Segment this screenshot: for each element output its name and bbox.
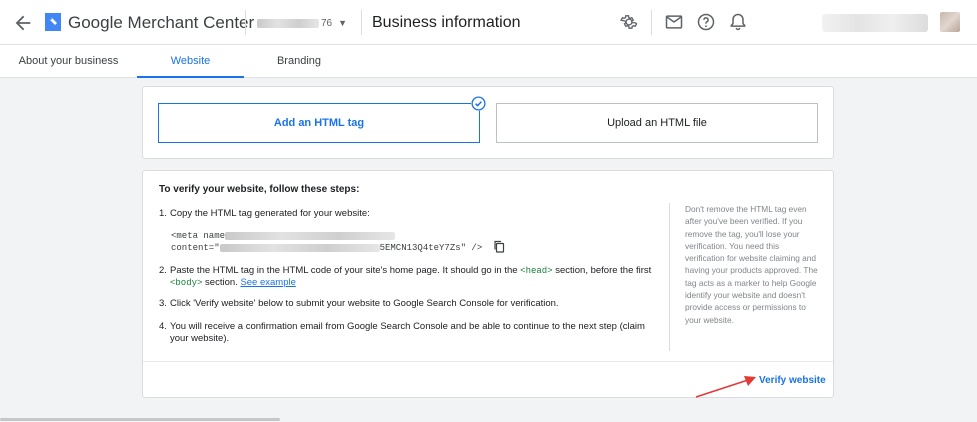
card-footer-divider (143, 361, 833, 362)
step-text: your website). (170, 333, 230, 344)
back-arrow-icon[interactable] (12, 12, 34, 34)
step-number: 4. (159, 321, 167, 332)
account-selector[interactable]: 76 ▼ (257, 15, 347, 31)
account-name-redacted (257, 18, 319, 28)
page-title: Business information (372, 14, 521, 31)
header-divider (361, 10, 362, 35)
mail-icon[interactable] (664, 12, 684, 32)
chevron-down-icon: ▼ (338, 18, 348, 28)
tab-website[interactable]: Website (137, 45, 244, 78)
account-id: 76 (321, 17, 333, 29)
step-text: Paste the HTML tag in the HTML code of y… (170, 265, 521, 276)
user-email-redacted (822, 14, 928, 32)
step-number: 2. (159, 265, 167, 276)
upload-html-file-button[interactable]: Upload an HTML file (496, 103, 818, 143)
redacted-code (225, 231, 396, 240)
step-text: section. (202, 277, 241, 288)
check-circle-icon (471, 96, 486, 111)
redacted-code (219, 243, 380, 252)
copy-icon[interactable] (493, 240, 505, 253)
snippet-text: <meta name (171, 231, 226, 241)
top-app-bar: Google Merchant Center 76 ▼ Business inf… (0, 0, 977, 45)
step-text: section, before the first (552, 265, 652, 276)
verify-website-button[interactable]: Verify website (759, 375, 826, 386)
header-divider (651, 10, 652, 35)
section-tabs: About your business Website Branding (0, 45, 977, 78)
verification-method-card: Add an HTML tag Upload an HTML file (142, 86, 834, 159)
side-note: Don't remove the HTML tag even after you… (669, 203, 821, 351)
head-tag-code: <head> (520, 266, 553, 276)
body-tag-code: <body> (170, 278, 203, 288)
gear-icon[interactable] (619, 12, 639, 32)
step-number: 3. (159, 298, 167, 309)
brand-name: Google Merchant Center (68, 13, 255, 32)
snippet-text: content=" (171, 243, 220, 253)
annotation-arrow-icon (695, 376, 756, 398)
html-tag-snippet-line-2: content=" 5EMCN13Q4teY7Zs" /> (171, 242, 482, 254)
tab-branding[interactable]: Branding (256, 45, 342, 78)
snippet-text: 5EMCN13Q4teY7Zs" /> (379, 243, 483, 253)
steps-title: To verify your website, follow these ste… (159, 184, 360, 195)
header-divider (245, 10, 246, 35)
merchant-center-logo-icon (43, 11, 63, 33)
see-example-link[interactable]: See example (240, 277, 295, 288)
html-tag-snippet-line-1: <meta name (171, 230, 396, 242)
step-text: Copy the HTML tag generated for your web… (170, 208, 370, 219)
help-icon[interactable] (696, 12, 716, 32)
tab-about-your-business[interactable]: About your business (12, 45, 125, 78)
avatar[interactable] (940, 12, 960, 32)
verification-steps-card: To verify your website, follow these ste… (142, 170, 834, 398)
add-html-tag-button[interactable]: Add an HTML tag (158, 103, 480, 143)
notification-bell-icon[interactable] (728, 12, 748, 32)
step-text: You will receive a confirmation email fr… (170, 321, 645, 332)
horizontal-scrollbar[interactable] (0, 418, 280, 421)
step-number: 1. (159, 208, 167, 219)
step-text: Click 'Verify website' below to submit y… (170, 298, 559, 309)
